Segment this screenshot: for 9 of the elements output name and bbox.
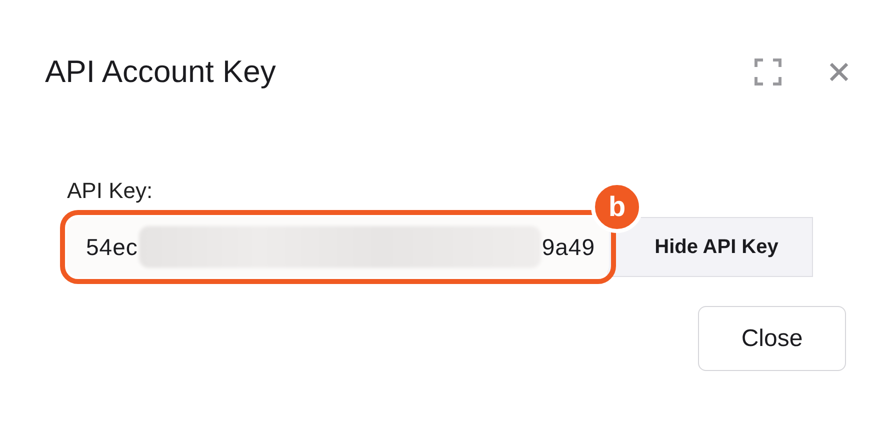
close-icon[interactable] [828, 61, 850, 83]
key-start: 54ec [86, 234, 138, 260]
hide-api-key-button[interactable]: Hide API Key [607, 217, 813, 277]
fullscreen-icon[interactable] [754, 58, 782, 86]
key-end: 9a49 [542, 234, 595, 260]
dialog-title: API Account Key [45, 54, 276, 90]
close-button[interactable]: Close [698, 306, 846, 371]
field-label: API Key: [67, 178, 154, 204]
api-key-field[interactable]: 54ec 9a49 [67, 217, 609, 277]
